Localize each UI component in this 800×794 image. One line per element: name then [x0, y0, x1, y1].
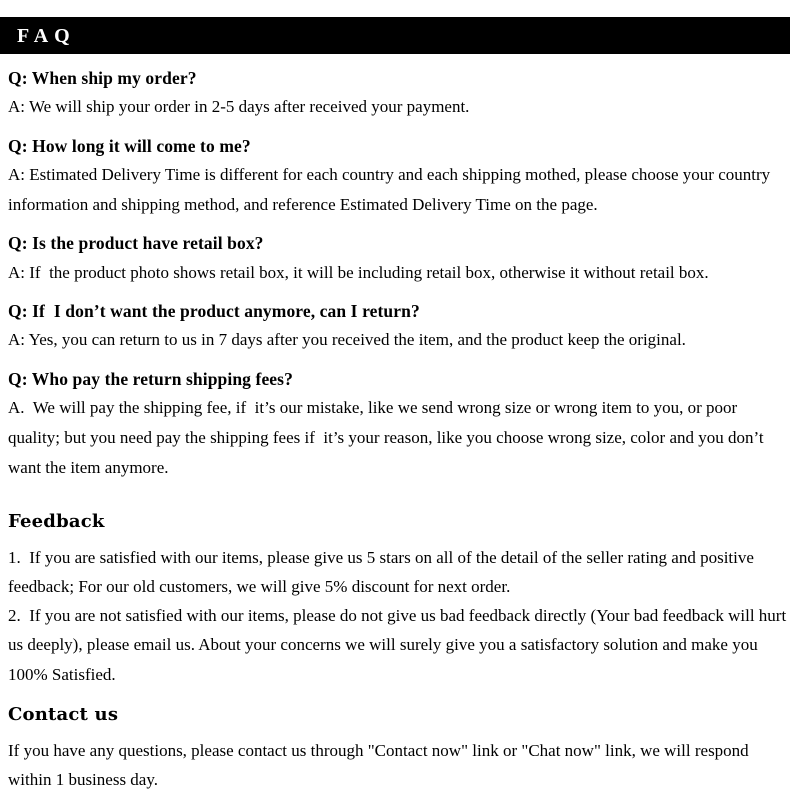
faq-answer: A: Yes, you can return to us in 7 days a… [8, 330, 686, 350]
faq-question: Q: When ship my order? [8, 68, 197, 88]
faq-question: Q: How long it will come to me? [8, 135, 251, 156]
faq-question: Q: If I don’t want the product anymore, … [8, 301, 420, 322]
faq-item: Q: Is the product have retail box? A: If… [8, 229, 790, 288]
feedback-point-1: 1. If you are satisfied with our items, … [8, 547, 759, 596]
faq-question: Q: Is the product have retail box? [8, 233, 264, 254]
faq-item: Q: If I don’t want the product anymore, … [8, 297, 790, 356]
faq-content: Q: When ship my order? A: We will ship y… [8, 64, 790, 794]
faq-answer: A: If the product photo shows retail box… [8, 262, 709, 282]
feedback-point-2: 2. If you are not satisfied with our ite… [8, 606, 791, 684]
faq-item: Q: How long it will come to me? A: Estim… [8, 132, 790, 221]
faq-answer: A. We will pay the shipping fee, if it’s… [8, 397, 768, 478]
contact-heading: Contact us [8, 703, 119, 725]
faq-header-bar: FAQ [0, 17, 790, 54]
faq-item: Q: Who pay the return shipping fees? A. … [8, 365, 790, 484]
feedback-heading: Feedback [8, 510, 105, 532]
faq-page: FAQ Q: When ship my order? A: We will sh… [0, 0, 800, 789]
feedback-section: Feedback 1. If you are satisfied with ou… [8, 508, 790, 689]
contact-section: Contact us If you have any questions, pl… [8, 701, 790, 794]
faq-question: Q: Who pay the return shipping fees? [8, 368, 293, 389]
faq-answer: A: We will ship your order in 2-5 days a… [8, 97, 470, 117]
faq-item: Q: When ship my order? A: We will ship y… [8, 64, 790, 123]
contact-body: If you have any questions, please contac… [8, 740, 753, 790]
page-title: FAQ [17, 24, 76, 47]
faq-answer: A: Estimated Delivery Time is different … [8, 164, 775, 215]
